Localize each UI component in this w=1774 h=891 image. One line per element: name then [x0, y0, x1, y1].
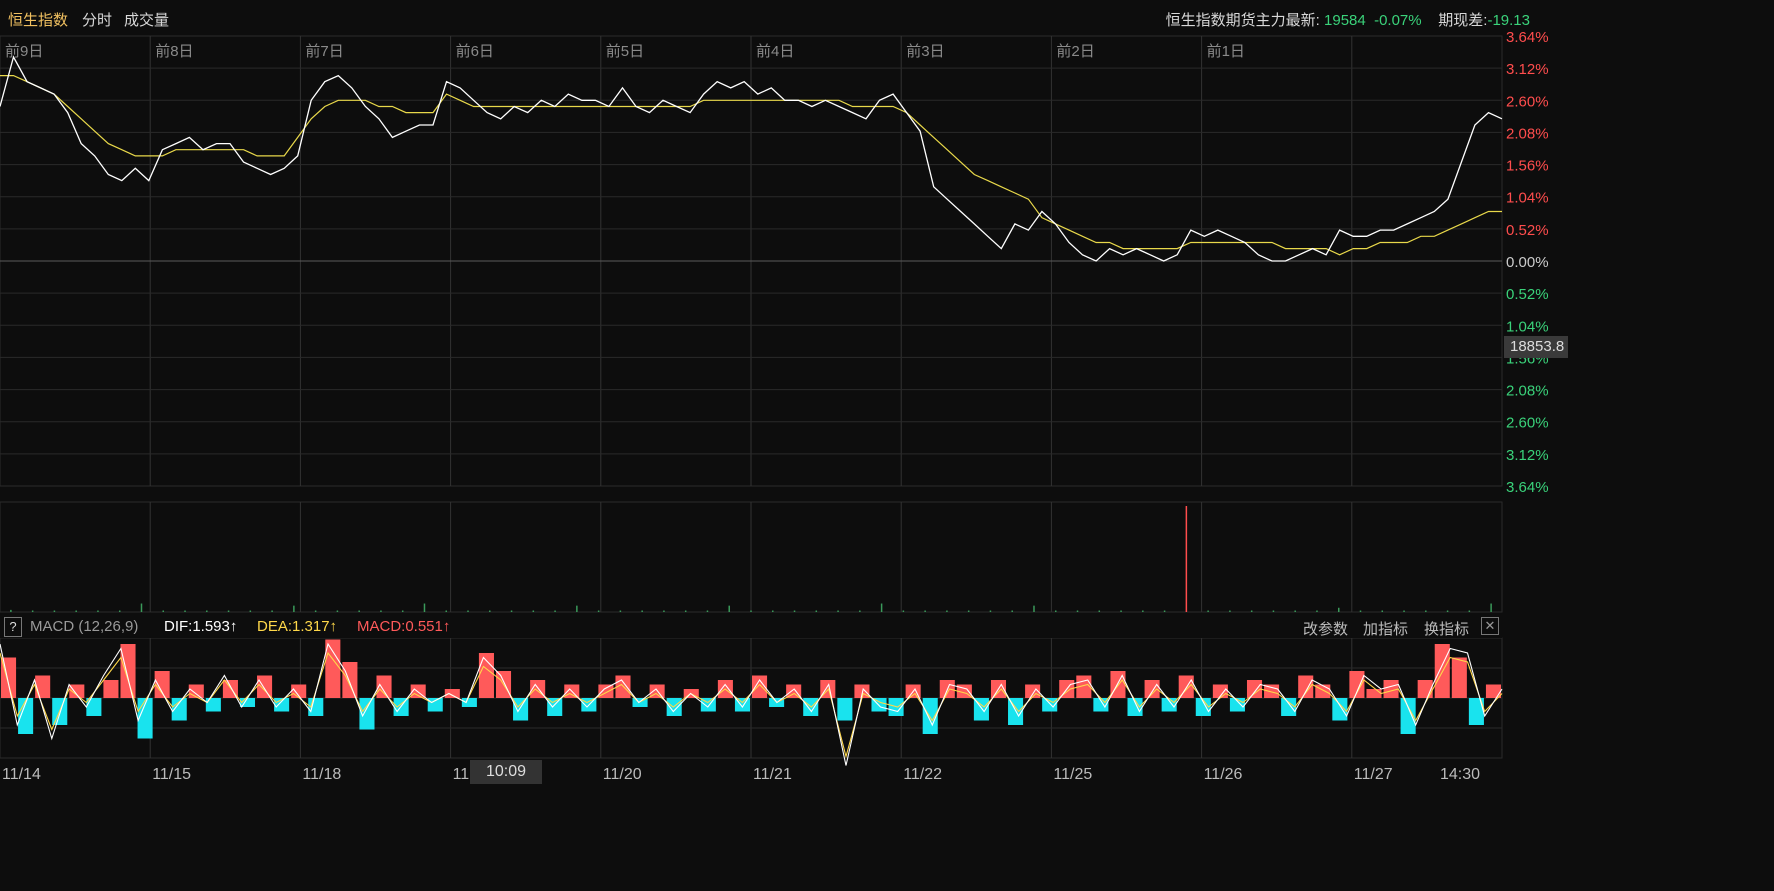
x-date-label: 11/15: [152, 766, 191, 783]
day-label: 前5日: [606, 43, 644, 60]
x-date-label: 11: [453, 766, 470, 783]
day-label: 前1日: [1207, 43, 1245, 60]
y-tick-label: 0.52%: [1506, 286, 1549, 303]
y-tick-label: 3.12%: [1506, 447, 1549, 464]
macd-histogram-bar: [188, 684, 204, 698]
y-tick-label: 1.04%: [1506, 318, 1549, 335]
y-tick-label: 2.08%: [1506, 125, 1549, 142]
macd-header: MACD (12,26,9) DIF:1.593↑ DEA:1.317↑ MAC…: [0, 614, 1502, 638]
add-indicator-button[interactable]: 加指标: [1363, 618, 1408, 639]
y-tick-label: 0.00%: [1506, 254, 1549, 271]
macd-histogram-bar: [478, 653, 494, 698]
macd-histogram-bar: [837, 698, 853, 721]
macd-dif: DIF:1.593↑: [164, 618, 238, 635]
y-tick-label: 2.60%: [1506, 415, 1549, 432]
macd-histogram-bar: [1349, 671, 1365, 698]
x-date-label: 11/20: [603, 766, 642, 783]
day-label: 前8日: [155, 43, 193, 60]
macd-histogram-bar: [444, 689, 460, 698]
macd-histogram-bar: [120, 644, 136, 698]
crosshair-price-label: 18853.8: [1504, 336, 1568, 358]
day-label: 前9日: [5, 43, 43, 60]
chart-canvas[interactable]: 前9日 前8日 前7日 前6日 前5日 前4日 前3日 前2日 前1日 3.64% 3.12% 2.6…: [0, 0, 1568, 788]
switch-indicator-button[interactable]: 换指标: [1424, 618, 1469, 639]
crosshair-time-label: 10:09: [470, 760, 542, 784]
macd-histogram-bar: [325, 639, 341, 698]
x-date-label: 11/21: [753, 766, 792, 783]
x-date-label: 11/25: [1053, 766, 1092, 783]
macd-histogram-bar: [461, 698, 477, 707]
macd-histogram-bar: [342, 662, 358, 698]
x-date-label: 11/27: [1354, 766, 1393, 783]
x-date-label: 11/26: [1204, 766, 1243, 783]
macd-value: MACD:0.551↑: [357, 618, 451, 635]
macd-name: MACD (12,26,9): [30, 618, 139, 635]
y-tick-label: 1.56%: [1506, 158, 1549, 175]
macd-histogram-bar: [205, 698, 221, 712]
macd-histogram-bar: [513, 698, 529, 721]
x-date-label: 11/14: [2, 766, 41, 783]
macd-dea: DEA:1.317↑: [257, 618, 338, 635]
macd-histogram-bar: [257, 675, 273, 698]
macd-histogram-bar: [1315, 684, 1331, 698]
edit-params-button[interactable]: 改参数: [1303, 618, 1348, 639]
y-tick-label: 3.64%: [1506, 479, 1549, 496]
macd-histogram-bar: [1366, 689, 1382, 698]
day-label: 前3日: [906, 43, 944, 60]
day-label: 前6日: [456, 43, 494, 60]
close-icon[interactable]: ✕: [1481, 617, 1499, 635]
help-button[interactable]: ?: [4, 617, 22, 637]
y-tick-label: 3.12%: [1506, 61, 1549, 78]
day-label: 前2日: [1056, 43, 1094, 60]
x-date-label: 11/18: [302, 766, 341, 783]
day-label: 前7日: [305, 43, 343, 60]
y-tick-label: 0.52%: [1506, 222, 1549, 239]
macd-histogram-bar: [1451, 657, 1467, 698]
day-label: 前4日: [756, 43, 794, 60]
macd-histogram-bar: [35, 675, 51, 698]
x-date-label: 11/22: [903, 766, 942, 783]
macd-histogram-bar: [86, 698, 102, 716]
macd-histogram-bar: [103, 680, 119, 698]
y-tick-label: 3.64%: [1506, 29, 1549, 46]
y-tick-label: 2.60%: [1506, 93, 1549, 110]
macd-histogram-bar: [922, 698, 938, 734]
y-tick-label: 2.08%: [1506, 383, 1549, 400]
macd-histogram-bar: [1485, 684, 1501, 698]
y-tick-label: 1.04%: [1506, 190, 1549, 207]
x-date-label: 14:30: [1440, 766, 1480, 783]
